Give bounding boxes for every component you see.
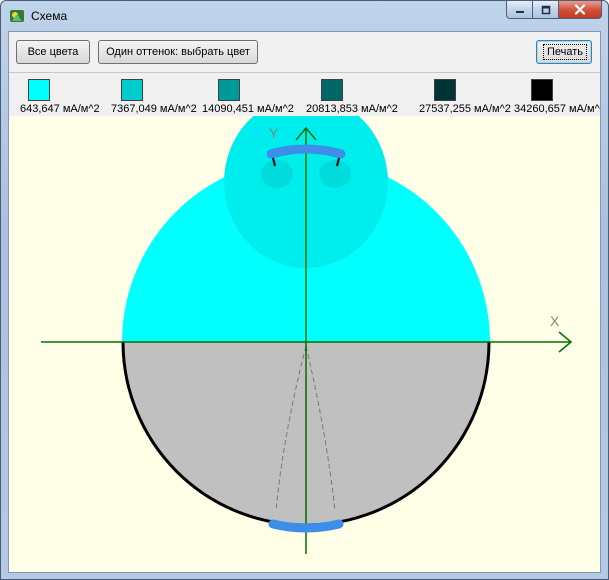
minimize-icon xyxy=(515,10,524,13)
legend-swatch xyxy=(531,79,553,101)
legend-item: 34260,657 мА/м^2 xyxy=(514,73,600,117)
title-bar[interactable]: Схема xyxy=(1,1,608,31)
bottom-electrode xyxy=(268,519,344,533)
legend-item: 27537,255 мА/м^2 xyxy=(419,73,529,117)
y-axis-label: Y xyxy=(269,125,279,141)
close-button[interactable] xyxy=(558,1,602,19)
color-legend: 643,647 мА/м^2 7367,049 мА/м^2 14090,451… xyxy=(9,72,600,117)
close-icon xyxy=(574,4,586,15)
legend-swatch xyxy=(28,79,50,101)
legend-swatch xyxy=(121,79,143,101)
one-shade-button[interactable]: Один оттенок: выбрать цвет xyxy=(98,40,258,64)
x-axis-label: X xyxy=(550,313,560,329)
top-electrode xyxy=(266,144,346,159)
maximize-button[interactable] xyxy=(532,1,558,19)
all-colors-button[interactable]: Все цвета xyxy=(16,40,90,64)
core-zone-left xyxy=(261,160,293,188)
legend-label: 643,647 мА/м^2 xyxy=(20,103,100,115)
legend-swatch xyxy=(218,79,240,101)
legend-item: 14090,451 мА/м^2 xyxy=(202,73,312,117)
legend-item: 20813,853 мА/м^2 xyxy=(306,73,416,117)
core-zone-right xyxy=(319,160,351,188)
legend-label: 34260,657 мА/м^2 xyxy=(514,103,600,115)
scheme-drawing: X Y xyxy=(41,116,573,554)
caption-buttons xyxy=(506,1,602,20)
legend-swatch xyxy=(434,79,456,101)
legend-label: 27537,255 мА/м^2 xyxy=(419,103,511,115)
app-icon xyxy=(10,10,24,22)
print-button-label: Печать xyxy=(543,44,588,60)
client-area: Все цвета Один оттенок: выбрать цвет Печ… xyxy=(8,31,601,573)
legend-label: 14090,451 мА/м^2 xyxy=(202,103,294,115)
minimize-button[interactable] xyxy=(506,1,532,19)
print-button[interactable]: Печать xyxy=(536,40,592,64)
legend-swatch xyxy=(321,79,343,101)
maximize-icon xyxy=(541,5,550,14)
toolbar: Все цвета Один оттенок: выбрать цвет Печ… xyxy=(9,32,600,72)
window-title: Схема xyxy=(31,9,68,23)
legend-label: 20813,853 мА/м^2 xyxy=(306,103,398,115)
schema-window: Схема Все цвета Один оттенок: выбрать цв… xyxy=(0,0,609,580)
scheme-canvas: X Y xyxy=(9,116,600,572)
legend-label: 7367,049 мА/м^2 xyxy=(111,103,197,115)
